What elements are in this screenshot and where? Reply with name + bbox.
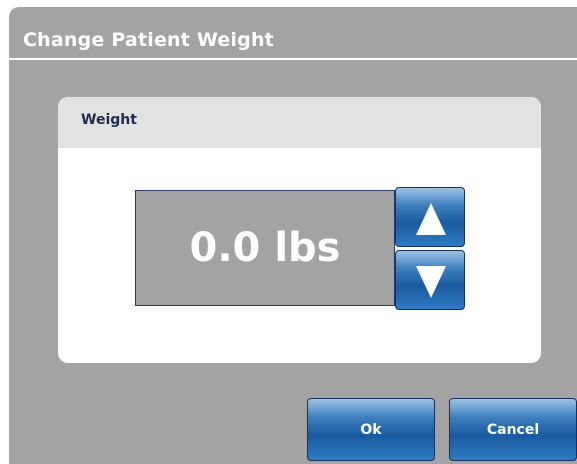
ok-button[interactable]: Ok — [307, 398, 435, 461]
triangle-down-icon — [416, 266, 446, 298]
triangle-up-icon — [416, 203, 446, 235]
dialog-title: Change Patient Weight — [23, 29, 274, 51]
change-weight-dialog: Change Patient Weight Weight 0.0 lbs Ok … — [9, 7, 577, 464]
title-divider — [9, 58, 577, 60]
weight-panel: Weight 0.0 lbs — [58, 97, 541, 363]
weight-increment-button[interactable] — [395, 187, 465, 247]
weight-value-display: 0.0 lbs — [135, 190, 395, 306]
weight-value: 0.0 lbs — [189, 225, 341, 271]
weight-decrement-button[interactable] — [395, 250, 465, 310]
weight-panel-title: Weight — [81, 112, 137, 128]
weight-panel-header: Weight — [58, 97, 541, 148]
cancel-button[interactable]: Cancel — [449, 398, 577, 461]
